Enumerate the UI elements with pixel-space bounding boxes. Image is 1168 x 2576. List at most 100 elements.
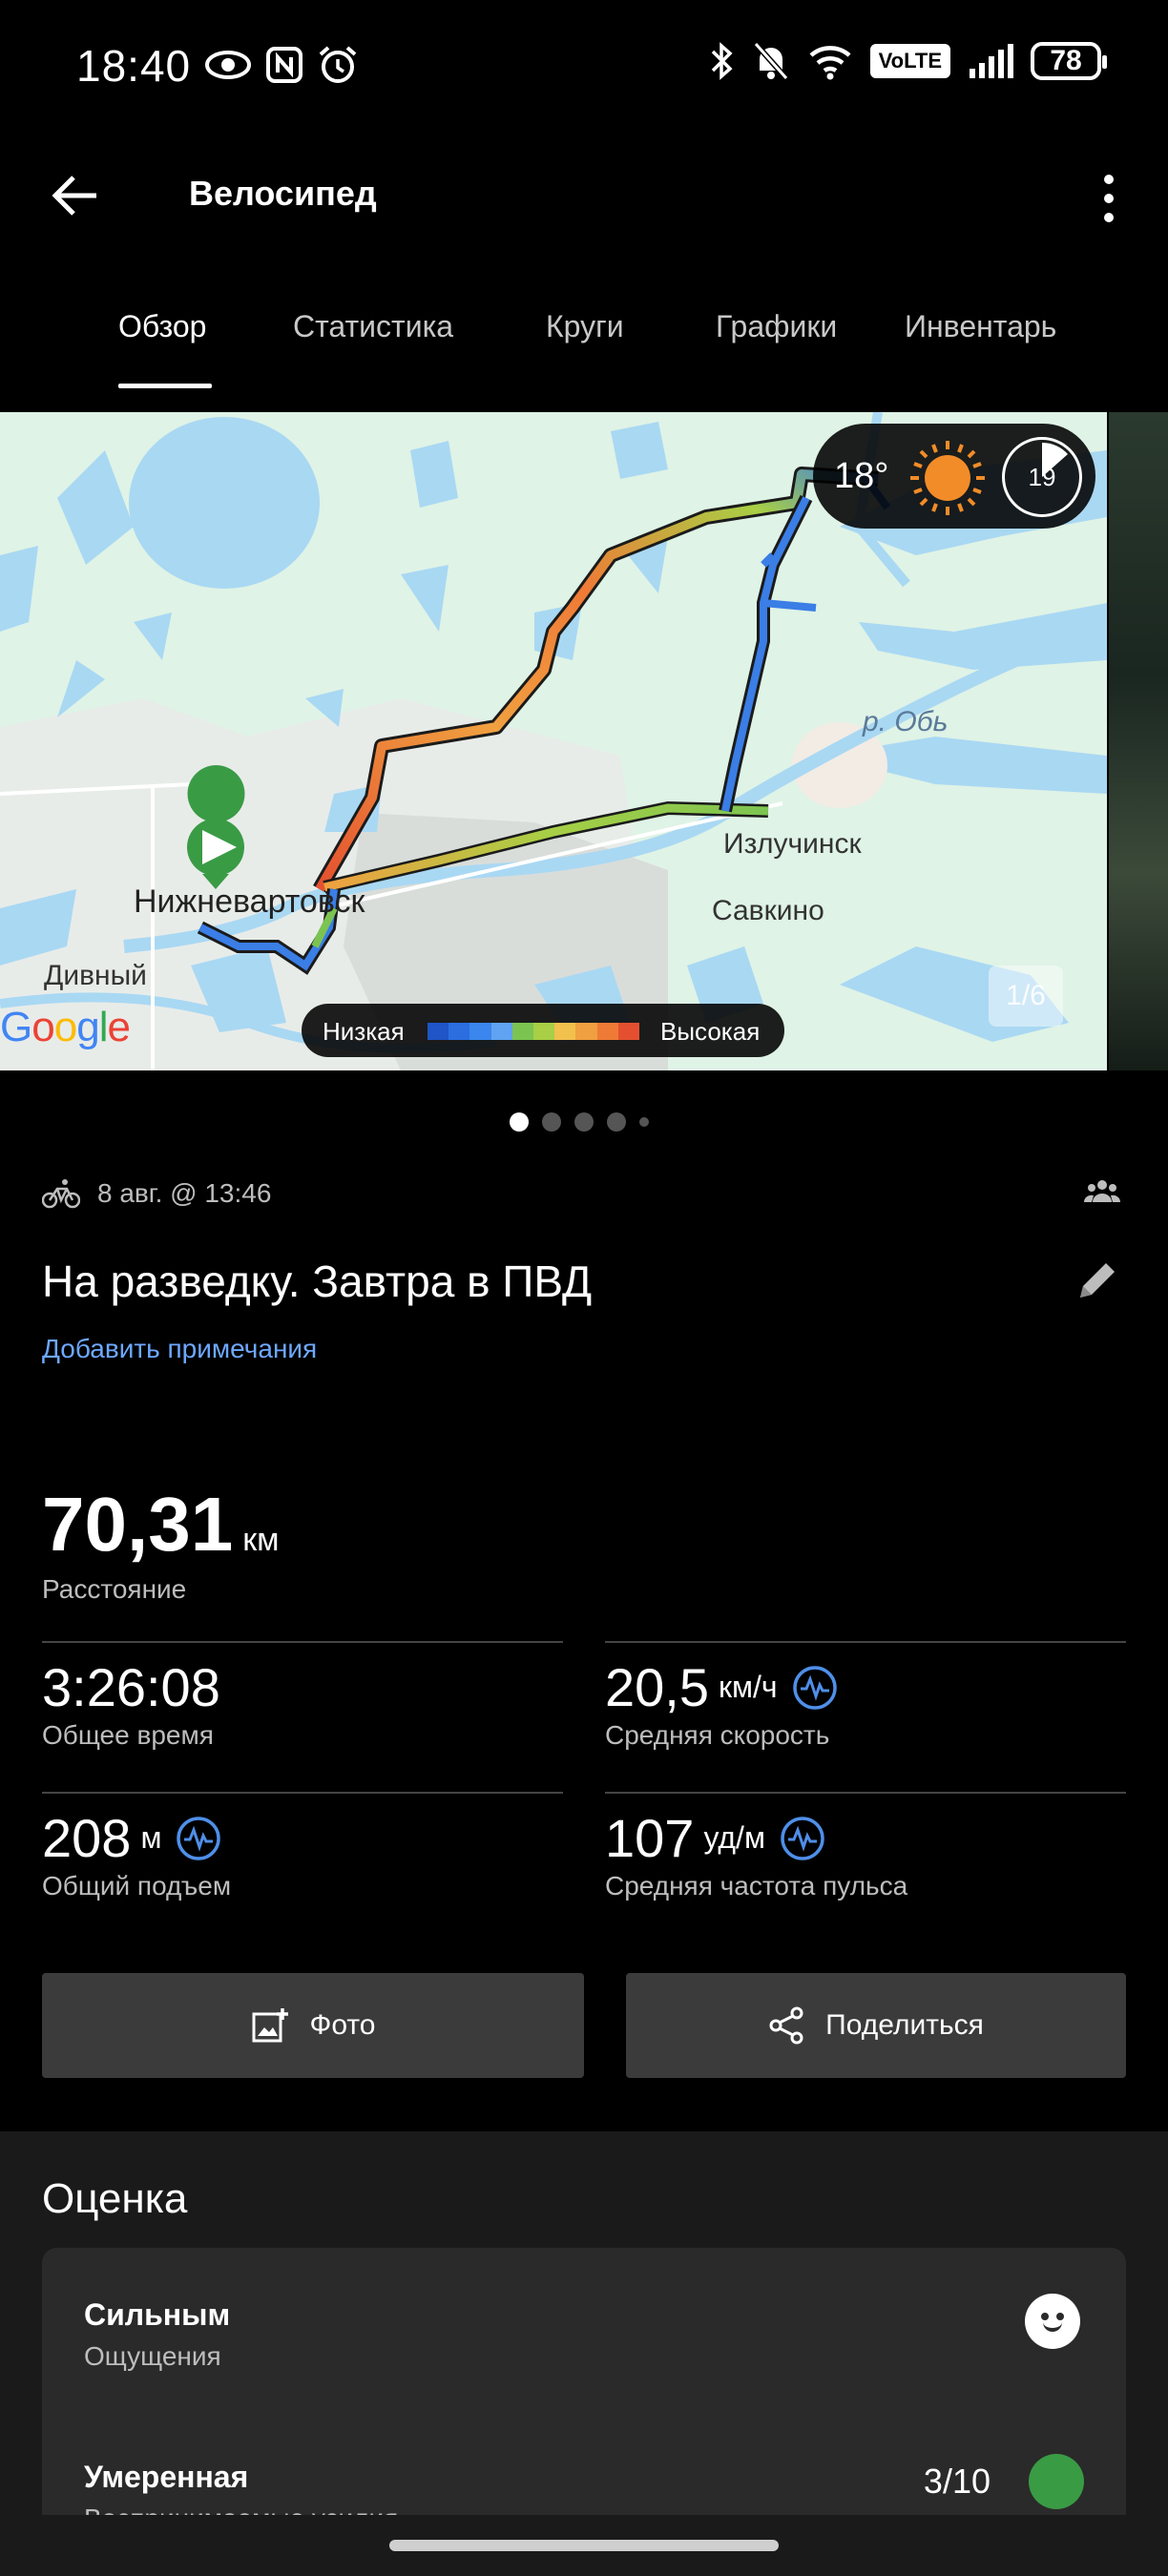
mute-icon [753, 42, 788, 80]
wifi-icon [809, 46, 851, 80]
system-nav-bar [0, 2515, 1168, 2576]
stat-distance: 70,31 км Расстояние [42, 1481, 279, 1605]
status-right-icons: VoLTE 78 [710, 40, 1107, 82]
carousel-pager [510, 1112, 649, 1132]
map-label-river: р. Обь [863, 706, 949, 737]
volte-badge: VoLTE [869, 44, 950, 78]
tab-bar: Обзор Статистика Круги Графики Инвентарь [0, 296, 1168, 391]
legend-low-label: Низкая [323, 1017, 405, 1046]
activity-title: На разведку. Завтра в ПВД [42, 1257, 593, 1306]
legend-swatch [469, 1023, 491, 1040]
map-legend: Низкая Высокая [302, 1004, 784, 1057]
weather-clock-hour: 19 [1028, 463, 1056, 491]
more-options-button[interactable] [1080, 160, 1137, 237]
chart-pulse-icon [792, 1665, 837, 1710]
legend-swatch [533, 1023, 555, 1040]
weather-temperature: 18° [834, 456, 889, 496]
map-label-city: Нижневартовск [134, 883, 365, 920]
stat-elevation[interactable]: 208 м Общий подъем [42, 1792, 563, 1901]
add-photo-icon [252, 2008, 288, 2043]
avg-hr-value: 107 [605, 1808, 695, 1868]
battery-icon: 78 [1031, 42, 1107, 80]
total-time-value: 3:26:08 [42, 1657, 220, 1717]
arrow-left-icon [52, 176, 96, 216]
next-photo-preview[interactable] [1109, 412, 1168, 1070]
back-button[interactable] [42, 162, 109, 229]
smiley-face-icon[interactable] [1025, 2294, 1080, 2349]
share-icon [769, 2006, 803, 2045]
legend-high-label: Высокая [660, 1017, 761, 1046]
legend-swatch [448, 1023, 470, 1040]
map-label-town1: Излучинск [723, 828, 862, 860]
add-photo-label: Фото [309, 2009, 376, 2041]
legend-swatch [490, 1023, 512, 1040]
status-left-icons [204, 44, 359, 86]
edit-icon[interactable] [1074, 1257, 1120, 1308]
home-gesture-handle[interactable] [389, 2540, 779, 2551]
effort-score: 3/10 [923, 2462, 991, 2501]
elevation-unit: м [140, 1820, 162, 1855]
chart-pulse-icon [177, 1816, 221, 1860]
legend-swatch [428, 1023, 449, 1040]
stat-avg-hr[interactable]: 107 уд/м Средняя частота пульса [605, 1792, 1126, 1901]
legend-swatch [554, 1023, 576, 1040]
tab-laps[interactable]: Круги [546, 309, 624, 344]
distance-unit: км [242, 1522, 280, 1558]
activity-meta: 8 авг. @ 13:46 [42, 1177, 271, 1210]
weather-pill[interactable]: 18° 19 [813, 424, 1095, 529]
pager-dot[interactable] [510, 1112, 529, 1132]
elevation-value: 208 [42, 1808, 132, 1868]
rating-section: Оценка Сильным Ощущения Умеренная Воспри… [0, 2131, 1168, 2576]
total-time-label: Общее время [42, 1720, 214, 1750]
photo-counter: 1/6 [989, 966, 1063, 1027]
legend-swatch [511, 1023, 534, 1040]
distance-label: Расстояние [42, 1574, 187, 1604]
distance-value: 70,31 [42, 1482, 234, 1567]
eye-icon [205, 51, 251, 79]
google-logo: Google [0, 1004, 131, 1051]
effort-level-indicator[interactable] [1029, 2454, 1084, 2509]
legend-swatch [596, 1023, 618, 1040]
avg-hr-label: Средняя частота пульса [605, 1871, 908, 1901]
add-photo-button[interactable]: Фото [42, 1973, 584, 2078]
avg-speed-label: Средняя скорость [605, 1720, 830, 1750]
alarm-icon [319, 46, 357, 83]
stat-avg-speed[interactable]: 20,5 км/ч Средняя скорость [605, 1641, 1126, 1751]
bluetooth-icon [711, 42, 733, 80]
google-letter: o [53, 1004, 78, 1050]
more-vertical-icon [1104, 175, 1114, 184]
pager-dot[interactable] [607, 1112, 626, 1132]
nfc-icon [266, 47, 302, 83]
pager-dot[interactable] [639, 1117, 649, 1127]
chart-pulse-icon [781, 1816, 824, 1860]
share-button[interactable]: Поделиться [626, 1973, 1126, 2078]
activity-date: 8 авг. @ 13:46 [97, 1178, 272, 1208]
add-notes-link[interactable]: Добавить примечания [42, 1334, 317, 1364]
signal-icon [970, 44, 1013, 78]
tab-gear[interactable]: Инвентарь [905, 309, 1056, 344]
status-bar: 18:40 VoLTE 78 [0, 0, 1168, 134]
tab-charts[interactable]: Графики [716, 309, 837, 344]
app-bar: Велосипед [0, 134, 1168, 258]
pager-dot[interactable] [574, 1112, 594, 1132]
share-label: Поделиться [825, 2009, 984, 2041]
avg-speed-unit: км/ч [719, 1670, 778, 1704]
group-icon[interactable] [1083, 1177, 1121, 1209]
pager-dot[interactable] [542, 1112, 561, 1132]
google-letter: G [0, 1004, 32, 1050]
tab-overview[interactable]: Обзор [118, 309, 206, 344]
tab-statistics[interactable]: Статистика [293, 309, 453, 344]
feeling-label: Ощущения [84, 2341, 221, 2371]
map-label-town3: Дивный [44, 960, 147, 991]
google-letter: o [31, 1004, 55, 1050]
google-letter: g [76, 1004, 100, 1050]
rating-title: Оценка [42, 2175, 188, 2222]
page-title: Велосипед [189, 174, 377, 213]
avg-speed-value: 20,5 [605, 1657, 709, 1717]
legend-swatch [617, 1023, 640, 1040]
status-time: 18:40 [76, 41, 192, 91]
elevation-label: Общий подъем [42, 1871, 232, 1901]
avg-hr-unit: уд/м [703, 1820, 765, 1855]
map-label-town2: Савкино [712, 895, 824, 926]
feeling-value: Сильным [84, 2297, 231, 2332]
